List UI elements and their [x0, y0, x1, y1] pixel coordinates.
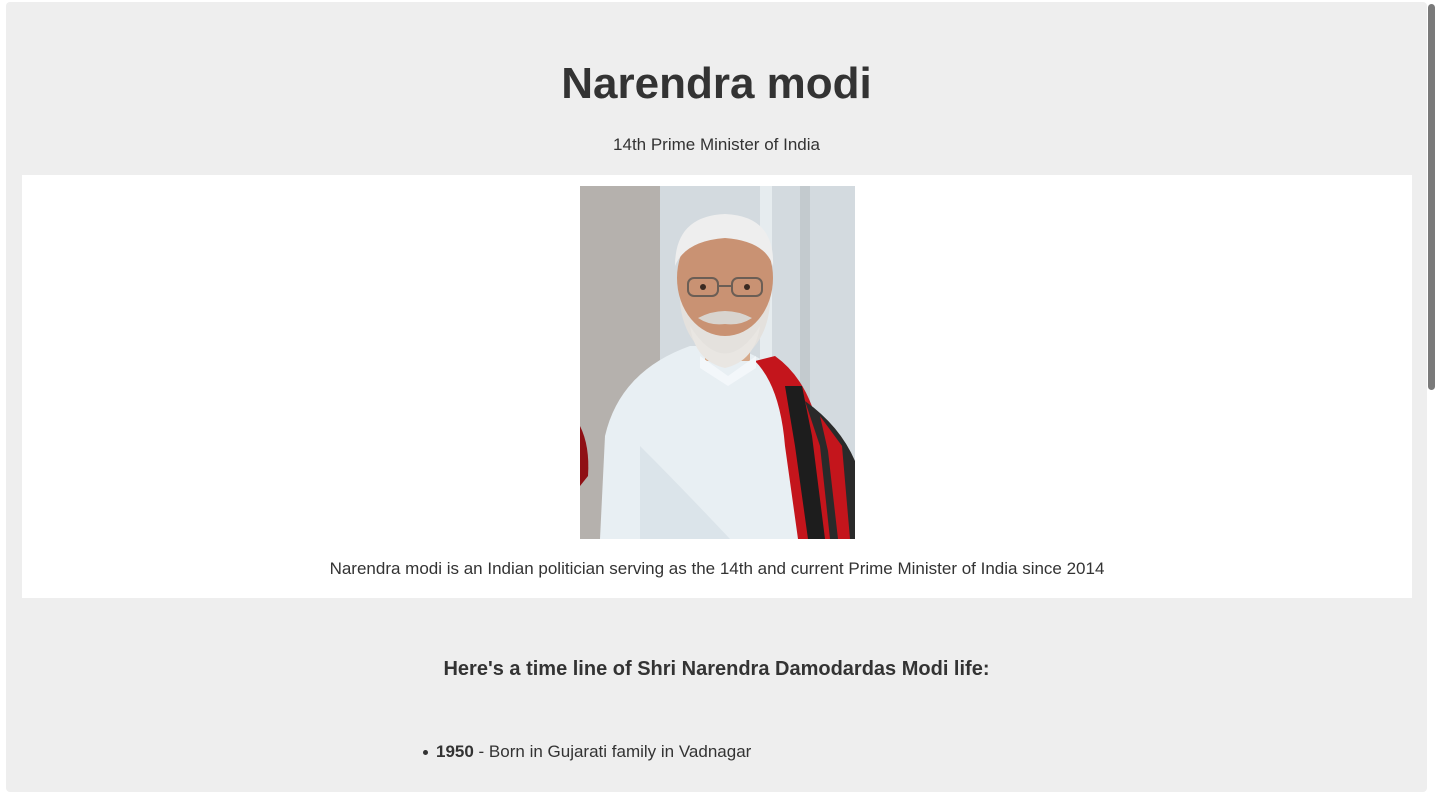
timeline-heading: Here's a time line of Shri Narendra Damo…	[443, 658, 990, 680]
scrollbar-thumb[interactable]	[1428, 4, 1435, 390]
image-figure: Narendra modi is an Indian politician se…	[22, 175, 1412, 598]
timeline-text: - Born in Gujarati family in Vadnagar	[473, 742, 752, 761]
portrait-image	[580, 186, 855, 539]
bullet-icon	[423, 750, 428, 755]
page-title: Narendra modi	[561, 59, 872, 108]
timeline-list: 1950 - Born in Gujarati family in Vadnag…	[418, 740, 751, 764]
list-item: 1950 - Born in Gujarati family in Vadnag…	[418, 740, 751, 764]
timeline-year: 1950	[436, 742, 474, 761]
page-subtitle: 14th Prime Minister of India	[613, 135, 820, 154]
main-container: Narendra modi 14th Prime Minister of Ind…	[6, 2, 1427, 792]
image-caption: Narendra modi is an Indian politician se…	[329, 559, 1105, 578]
